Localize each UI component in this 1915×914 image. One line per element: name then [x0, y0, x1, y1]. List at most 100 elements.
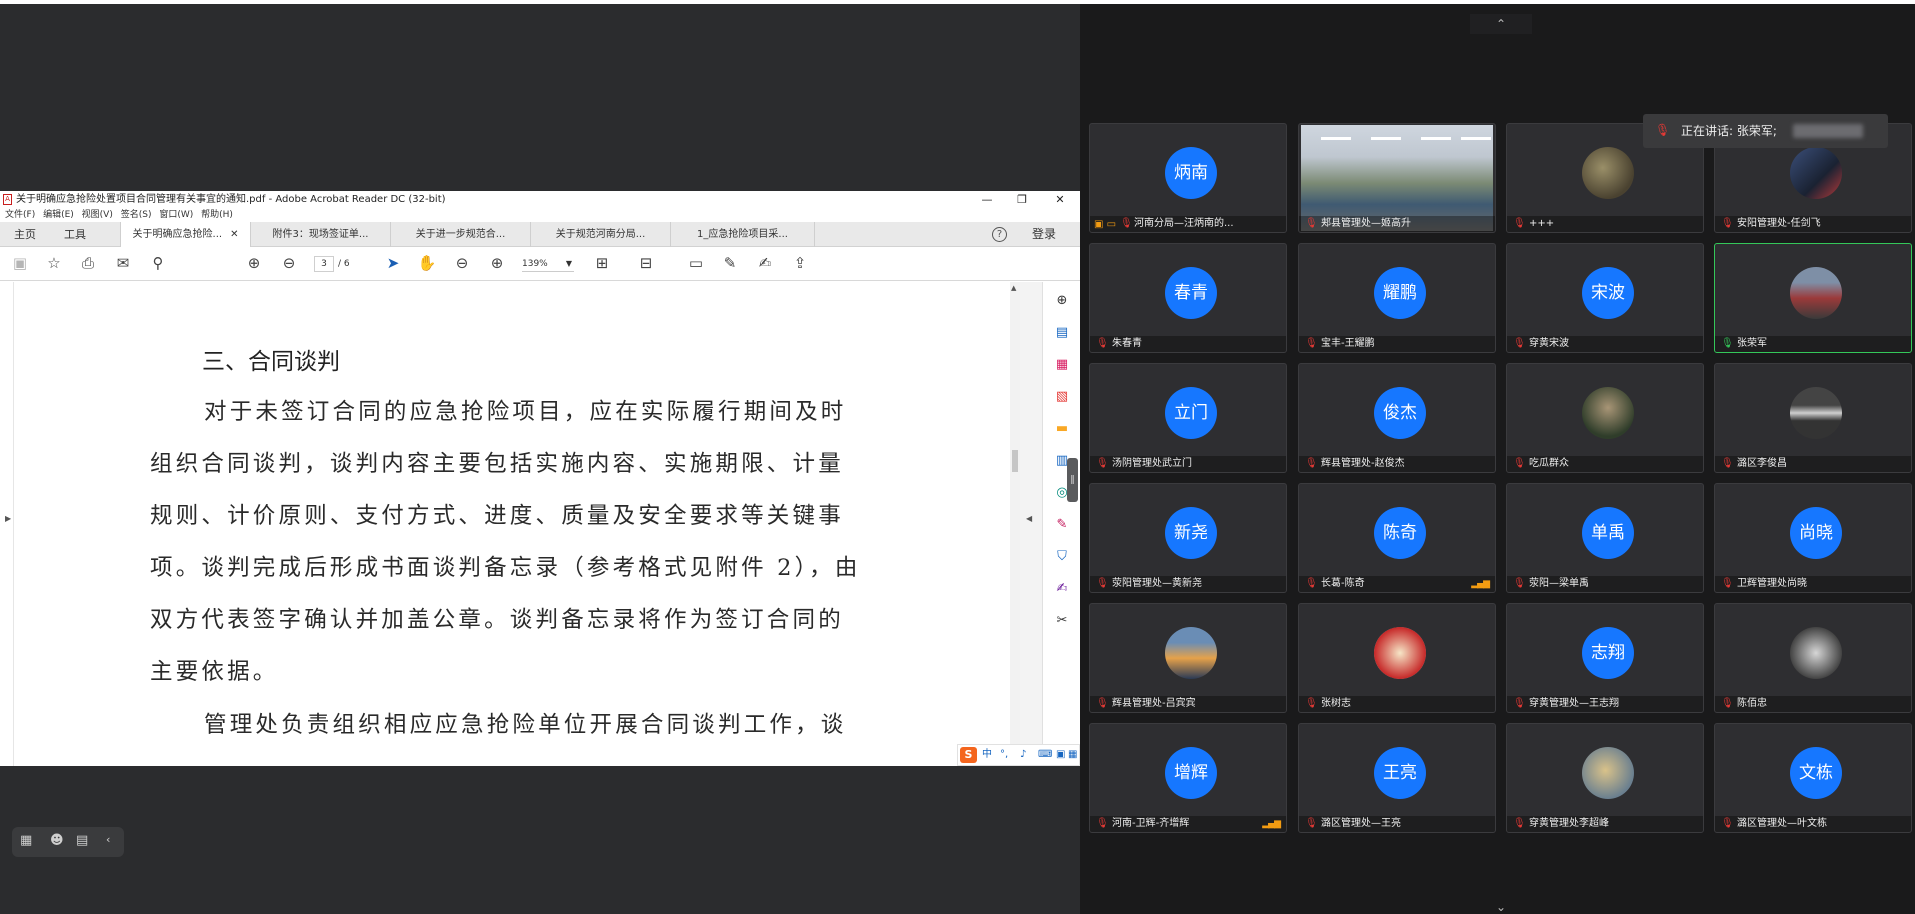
create-pdf-icon[interactable]: ▤	[1053, 324, 1071, 342]
participant-tile[interactable]: 立门 汤阴管理处武立门 🎙	[1089, 363, 1287, 473]
close-button[interactable]: ✕	[1045, 191, 1075, 208]
tab-doc-4[interactable]: 关于规范河南分局...	[530, 222, 670, 247]
participant-tile[interactable]: 王亮 潞区管理处—王亮 🎙	[1298, 723, 1496, 833]
participant-tile[interactable]: 耀鹏 宝丰-王耀鹏 🎙	[1298, 243, 1496, 353]
emoji-icon[interactable]: ☻	[50, 833, 64, 848]
cursor-icon[interactable]: ➤	[383, 255, 403, 272]
minimize-button[interactable]: —	[972, 191, 1002, 208]
collapse-left-icon[interactable]: ‹	[106, 833, 110, 846]
participant-name: 张树志	[1299, 696, 1495, 712]
print-icon[interactable]: ⎙	[78, 255, 98, 272]
participant-tile[interactable]: 张荣军 🎙	[1714, 243, 1912, 353]
comment-icon[interactable]: ▭	[686, 255, 706, 272]
gallery-down-button[interactable]: ⌄	[1470, 900, 1532, 914]
keyboard-icon[interactable]: ⌨	[1038, 745, 1052, 765]
edit-icon[interactable]: ✍	[1053, 580, 1071, 598]
participant-tile[interactable]: 潞区李俊昌 🎙	[1714, 363, 1912, 473]
page-up-icon[interactable]: ⊕	[244, 255, 264, 272]
avatar: 文栋	[1790, 747, 1842, 799]
acrobat-window: A 关于明确应急抢险处置项目合同管理有关事宜的通知.pdf - Adobe Ac…	[0, 191, 1080, 766]
participant-tile[interactable]: 新尧 荥阳管理处—黄新尧 🎙	[1089, 483, 1287, 593]
avatar: 单禹	[1582, 507, 1634, 559]
layout-icon[interactable]: ▦	[20, 833, 32, 848]
ime-lang[interactable]: 中	[982, 745, 992, 765]
scroll-thumb[interactable]	[1012, 450, 1018, 472]
zoom-tool-icon[interactable]: ⊕	[1053, 292, 1071, 310]
search-icon[interactable]: ⚲	[148, 255, 168, 272]
punct-icon[interactable]: °,	[1000, 745, 1008, 765]
export-pdf-icon[interactable]: ▧	[1053, 388, 1071, 406]
fill-sign-icon[interactable]: ✎	[1053, 516, 1071, 534]
split-handle[interactable]: ‖	[1067, 458, 1078, 502]
help-icon[interactable]: ?	[992, 227, 1007, 242]
expand-arrow-icon[interactable]: ▶	[5, 514, 11, 523]
collapse-arrow-icon[interactable]: ◀	[1026, 514, 1032, 523]
menu-help[interactable]: 帮助(H)	[201, 210, 233, 220]
page-down-icon[interactable]: ⊖	[279, 255, 299, 272]
mic-muted-icon: 🎙	[1305, 698, 1318, 709]
participant-tile[interactable]: 志翔 穿黄管理处—王志翔 🎙	[1506, 603, 1704, 713]
participant-tile[interactable]: 宋波 穿黄宋波 🎙	[1506, 243, 1704, 353]
participant-tile[interactable]: 穿黄管理处李超峰 🎙	[1506, 723, 1704, 833]
participant-tile[interactable]: 文栋 潞区管理处—叶文栋 🎙	[1714, 723, 1912, 833]
mail-icon[interactable]: ✉	[113, 255, 133, 272]
login-button[interactable]: 登录	[1032, 222, 1056, 247]
zoom-in-icon[interactable]: ⊕	[487, 255, 507, 272]
save-icon[interactable]: ▣	[10, 255, 30, 272]
mic-icon: 🎙	[1721, 338, 1734, 349]
skin-icon[interactable]: ▣	[1056, 745, 1065, 765]
participant-tile[interactable]: 尚晓 卫辉管理处尚晓 🎙	[1714, 483, 1912, 593]
participant-tile[interactable]: 炳南 河南分局—汪炳南的... ▣ ▭ 🎙	[1089, 123, 1287, 233]
participant-tile[interactable]: 陈佰忠 🎙	[1714, 603, 1912, 713]
tab-doc-2[interactable]: 附件3：现场签证单...	[250, 222, 390, 247]
window-title: 关于明确应急抢险处置项目合同管理有关事宜的通知.pdf - Adobe Acro…	[16, 194, 446, 205]
organize-icon[interactable]: ▦	[1053, 356, 1071, 374]
scroll-up-icon[interactable]: ▲	[1011, 284, 1016, 292]
participant-tile[interactable]: 吃瓜群众 🎙	[1506, 363, 1704, 473]
participant-tile[interactable]: 郏县管理处—姬高升 🎙	[1298, 123, 1496, 233]
voice-icon[interactable]: ♪	[1020, 745, 1026, 765]
star-icon[interactable]: ☆	[44, 255, 64, 272]
tab-doc-5[interactable]: 1_应急抢险项目采...	[670, 222, 815, 247]
tab-tools[interactable]: 工具	[50, 222, 100, 247]
zoom-select[interactable]: 139% ▼	[522, 256, 574, 272]
right-panel-toggle[interactable]: ◀	[1020, 282, 1042, 766]
more-tools-icon[interactable]: ✂	[1053, 612, 1071, 630]
menu-window[interactable]: 窗口(W)	[159, 210, 193, 220]
menu-file[interactable]: 文件(F)	[5, 210, 35, 220]
protect-icon[interactable]: ⛉	[1053, 548, 1071, 566]
tab-doc-1[interactable]: 关于明确应急抢险... ✕	[120, 222, 250, 248]
close-tab-icon[interactable]: ✕	[230, 229, 238, 240]
hand-icon[interactable]: ✋	[417, 255, 437, 272]
participant-tile[interactable]: 增辉 河南-卫辉-齐增辉 🎙 ▂▄▆	[1089, 723, 1287, 833]
ime-toolbar[interactable]: S 中 °, ♪ ⌨ ▣ ▦	[957, 744, 1080, 766]
menu-view[interactable]: 视图(V)	[82, 210, 113, 220]
maximize-button[interactable]: ❐	[1007, 191, 1037, 208]
sign-icon[interactable]: ✍	[755, 255, 775, 272]
comment-tool-icon[interactable]: ▬	[1053, 420, 1071, 438]
avatar: 陈奇	[1374, 507, 1426, 559]
menu-edit[interactable]: 编辑(E)	[43, 210, 74, 220]
zoom-out-icon[interactable]: ⊖	[452, 255, 472, 272]
tab-home[interactable]: 主页	[0, 222, 50, 247]
participant-tile[interactable]: 辉县管理处-吕宾宾 🎙	[1089, 603, 1287, 713]
participant-tile[interactable]: 单禹 荥阳—梁单禹 🎙	[1506, 483, 1704, 593]
chat-icon[interactable]: ▤	[76, 833, 88, 848]
page-number-input[interactable]: 3	[314, 256, 334, 272]
grid-icon[interactable]: ▦	[1068, 745, 1077, 765]
participant-tile[interactable]: 俊杰 辉县管理处-赵俊杰 🎙	[1298, 363, 1496, 473]
vertical-scrollbar[interactable]: ▲	[1010, 282, 1020, 766]
left-panel-collapsed[interactable]: ▶	[0, 282, 14, 766]
participant-tile[interactable]: 张树志 🎙	[1298, 603, 1496, 713]
pen-icon[interactable]: ✎	[720, 255, 740, 272]
fit-page-icon[interactable]: ⊞	[592, 255, 612, 272]
participant-tile[interactable]: 陈奇 长葛-陈奇 🎙 ▂▄▆	[1298, 483, 1496, 593]
send-icon[interactable]: ⇪	[790, 255, 810, 272]
tab-doc-3[interactable]: 关于进一步规范合...	[390, 222, 530, 247]
measure-icon[interactable]: ⊟	[636, 255, 656, 272]
menu-sign[interactable]: 签名(S)	[121, 210, 152, 220]
participant-tile[interactable]: 春青 朱春青 🎙	[1089, 243, 1287, 353]
window-titlebar: A 关于明确应急抢险处置项目合同管理有关事宜的通知.pdf - Adobe Ac…	[0, 191, 1080, 208]
document-area[interactable]: ▶ 三、合同谈判 对于未签订合同的应急抢险项目，应在实际履行期间及时 组织合同谈…	[0, 282, 1020, 766]
gallery-up-button[interactable]: ⌃	[1470, 14, 1532, 34]
